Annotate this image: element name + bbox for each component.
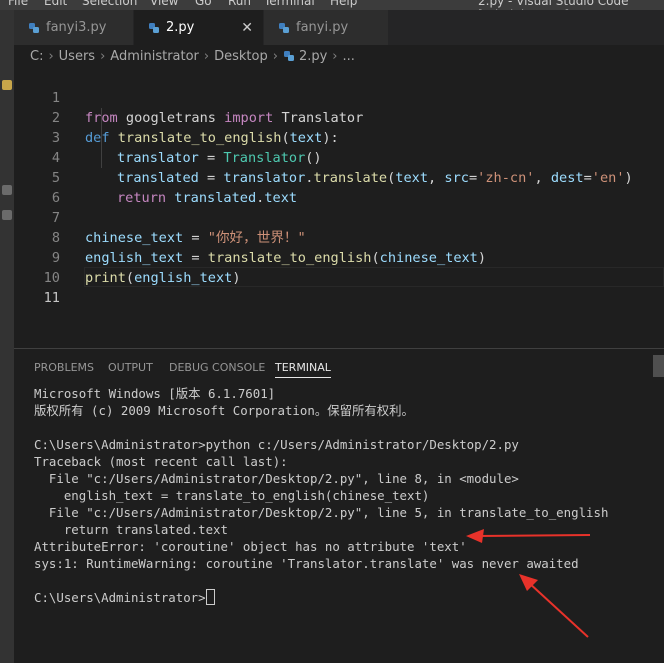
arrow-to-warning-icon — [519, 574, 589, 638]
arrow-to-error-icon — [466, 529, 591, 543]
annotation-arrows — [466, 529, 591, 638]
